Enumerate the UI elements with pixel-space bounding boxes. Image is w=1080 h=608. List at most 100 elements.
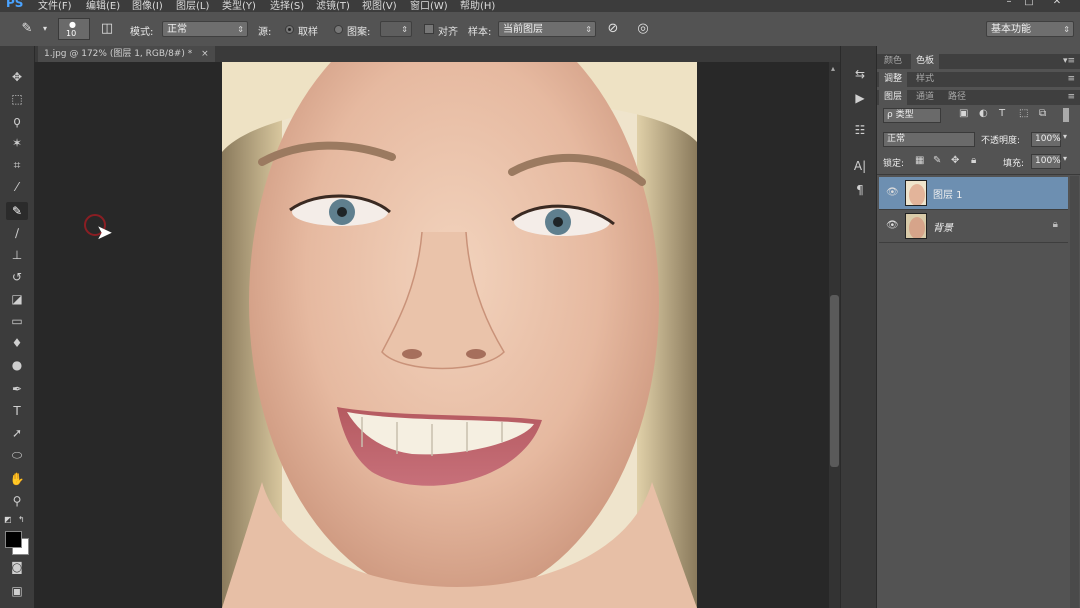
pressure-size-icon[interactable]: ◎: [634, 21, 652, 37]
menu-file[interactable]: 文件(F): [38, 0, 72, 12]
pattern-radio[interactable]: [334, 25, 343, 34]
menu-help[interactable]: 帮助(H): [460, 0, 495, 12]
pattern-picker[interactable]: ⇕: [380, 21, 412, 37]
marquee-tool-icon[interactable]: ⬚: [6, 90, 28, 108]
panel-menu-icon[interactable]: ≡: [1067, 90, 1075, 105]
actions-play-icon[interactable]: ▶: [851, 90, 869, 106]
filter-smart-object-icon[interactable]: ⧉: [1039, 108, 1046, 119]
menu-window[interactable]: 窗口(W): [410, 0, 448, 12]
tab-swatches[interactable]: 色板: [911, 54, 940, 69]
scroll-up-icon[interactable]: ▴: [831, 64, 835, 73]
blur-tool-icon[interactable]: ♦: [6, 334, 28, 352]
close-tab-icon[interactable]: ×: [201, 49, 209, 59]
close-window-button[interactable]: ✕: [1050, 0, 1064, 8]
lock-position-icon[interactable]: ✥: [951, 155, 959, 166]
swap-colors-icon[interactable]: ↰: [18, 516, 26, 524]
foreground-color-swatch[interactable]: [5, 531, 22, 548]
panel-menu-icon[interactable]: ≡: [1067, 72, 1075, 87]
tab-layers[interactable]: 图层: [879, 90, 908, 105]
opacity-slider-arrow-icon[interactable]: ▾: [1063, 132, 1067, 141]
tab-styles[interactable]: 样式: [911, 72, 939, 87]
layer-filter-dropdown[interactable]: ρ 类型: [883, 108, 941, 123]
spot-healing-brush-tool-icon[interactable]: ✎: [6, 202, 28, 220]
hand-tool-icon[interactable]: ✋: [6, 470, 28, 488]
crop-tool-icon[interactable]: ⌗: [6, 156, 28, 174]
lock-label: 锁定:: [883, 159, 905, 169]
workspace-dropdown[interactable]: 基本功能 ⇕: [986, 21, 1074, 37]
tool-preset-chevron-icon[interactable]: ▾: [36, 21, 54, 37]
tab-adjustments[interactable]: 调整: [879, 72, 908, 87]
clone-stamp-tool-icon[interactable]: ⊥: [6, 246, 28, 264]
panel-menu-icon[interactable]: ▾≡: [1063, 54, 1075, 69]
lock-all-icon[interactable]: 🔒︎: [971, 155, 976, 166]
menu-filter[interactable]: 滤镜(T): [316, 0, 350, 12]
filter-shape-icon[interactable]: ⬚: [1019, 108, 1028, 119]
layer-row[interactable]: 👁︎ 背景 🔒︎: [879, 210, 1068, 243]
paragraph-panel-icon[interactable]: ¶: [851, 182, 869, 198]
brush-preset-picker[interactable]: ● 10: [58, 18, 90, 40]
panel-divider: [877, 174, 1080, 175]
eyedropper-tool-icon[interactable]: ⁄: [6, 178, 28, 196]
character-panel-icon[interactable]: A|: [851, 158, 869, 174]
menu-type[interactable]: 类型(Y): [222, 0, 256, 12]
vertical-scrollbar-thumb[interactable]: [830, 295, 839, 467]
filter-pixel-icon[interactable]: ▣: [959, 108, 968, 119]
quick-mask-icon[interactable]: ◙: [6, 558, 28, 576]
magic-wand-tool-icon[interactable]: ✶: [6, 134, 28, 152]
layer-row[interactable]: 👁︎ 图层 1: [879, 177, 1068, 210]
type-tool-icon[interactable]: T: [6, 402, 28, 420]
maximize-button[interactable]: □: [1022, 0, 1036, 8]
document-canvas-photo[interactable]: [222, 62, 697, 608]
brush-tool-icon[interactable]: ∕: [6, 224, 28, 242]
gradient-tool-icon[interactable]: ▭: [6, 312, 28, 330]
pattern-label: 图案:: [347, 27, 371, 38]
fill-field[interactable]: 100%: [1031, 154, 1061, 169]
mode-dropdown[interactable]: 正常 ⇕: [162, 21, 248, 37]
sample-label: 样本:: [468, 27, 492, 38]
properties-panel-icon[interactable]: ☷: [851, 122, 869, 138]
dropdown-arrow-icon: ⇕: [237, 25, 244, 34]
clone-source-panel-icon[interactable]: ◫: [98, 21, 116, 37]
sample-dropdown[interactable]: 当前图层 ⇕: [498, 21, 596, 37]
history-panel-icon[interactable]: ⇆: [851, 66, 869, 82]
filter-toggle-switch[interactable]: [1063, 108, 1069, 122]
filter-adjustment-icon[interactable]: ◐: [979, 108, 988, 119]
spot-healing-brush-icon[interactable]: ✎: [18, 21, 36, 37]
visibility-eye-icon[interactable]: 👁︎: [886, 187, 899, 198]
screen-mode-icon[interactable]: ▣: [6, 582, 28, 600]
blend-mode-dropdown[interactable]: 正常: [883, 132, 975, 147]
aligned-checkbox[interactable]: [424, 24, 434, 34]
fill-slider-arrow-icon[interactable]: ▾: [1063, 154, 1067, 163]
minimize-button[interactable]: –: [1002, 0, 1016, 8]
default-colors-icon[interactable]: ◩: [4, 516, 12, 524]
menu-image[interactable]: 图像(I): [132, 0, 163, 12]
move-tool-icon[interactable]: ✥: [6, 68, 28, 86]
lasso-tool-icon[interactable]: ϙ: [6, 112, 28, 130]
opacity-field[interactable]: 100%: [1031, 132, 1061, 147]
lock-transparent-icon[interactable]: ▦: [915, 155, 924, 166]
filter-type-icon[interactable]: T: [999, 108, 1005, 119]
pen-tool-icon[interactable]: ✒: [6, 380, 28, 398]
brush-dot-icon: ●: [69, 20, 76, 29]
layers-scrollbar[interactable]: [1070, 176, 1079, 608]
tools-panel: ✥ ⬚ ϙ ✶ ⌗ ⁄ ✎ ∕ ⊥ ↺ ◪ ▭ ♦ ● ✒ T ➚ ⬭ ✋ ⚲ …: [0, 46, 35, 608]
tab-paths[interactable]: 路径: [943, 90, 971, 105]
history-brush-tool-icon[interactable]: ↺: [6, 268, 28, 286]
lock-image-icon[interactable]: ✎: [933, 155, 941, 166]
eraser-tool-icon[interactable]: ◪: [6, 290, 28, 308]
dodge-tool-icon[interactable]: ●: [6, 356, 28, 374]
visibility-eye-icon[interactable]: 👁︎: [886, 220, 899, 231]
menu-view[interactable]: 视图(V): [362, 0, 397, 12]
ignore-adjustment-layers-icon[interactable]: ⊘: [604, 21, 622, 37]
sampled-radio[interactable]: [285, 25, 294, 34]
tab-color[interactable]: 颜色: [879, 54, 907, 69]
menu-edit[interactable]: 编辑(E): [86, 0, 120, 12]
sample-value: 当前图层: [503, 24, 543, 35]
menu-layer[interactable]: 图层(L): [176, 0, 209, 12]
menu-select[interactable]: 选择(S): [270, 0, 304, 12]
zoom-tool-icon[interactable]: ⚲: [6, 492, 28, 510]
ellipse-tool-icon[interactable]: ⬭: [6, 446, 28, 464]
tab-channels[interactable]: 通道: [911, 90, 939, 105]
path-selection-tool-icon[interactable]: ➚: [6, 424, 28, 442]
document-tab[interactable]: 1.jpg @ 172% (图层 1, RGB/8#) * ×: [38, 46, 215, 62]
